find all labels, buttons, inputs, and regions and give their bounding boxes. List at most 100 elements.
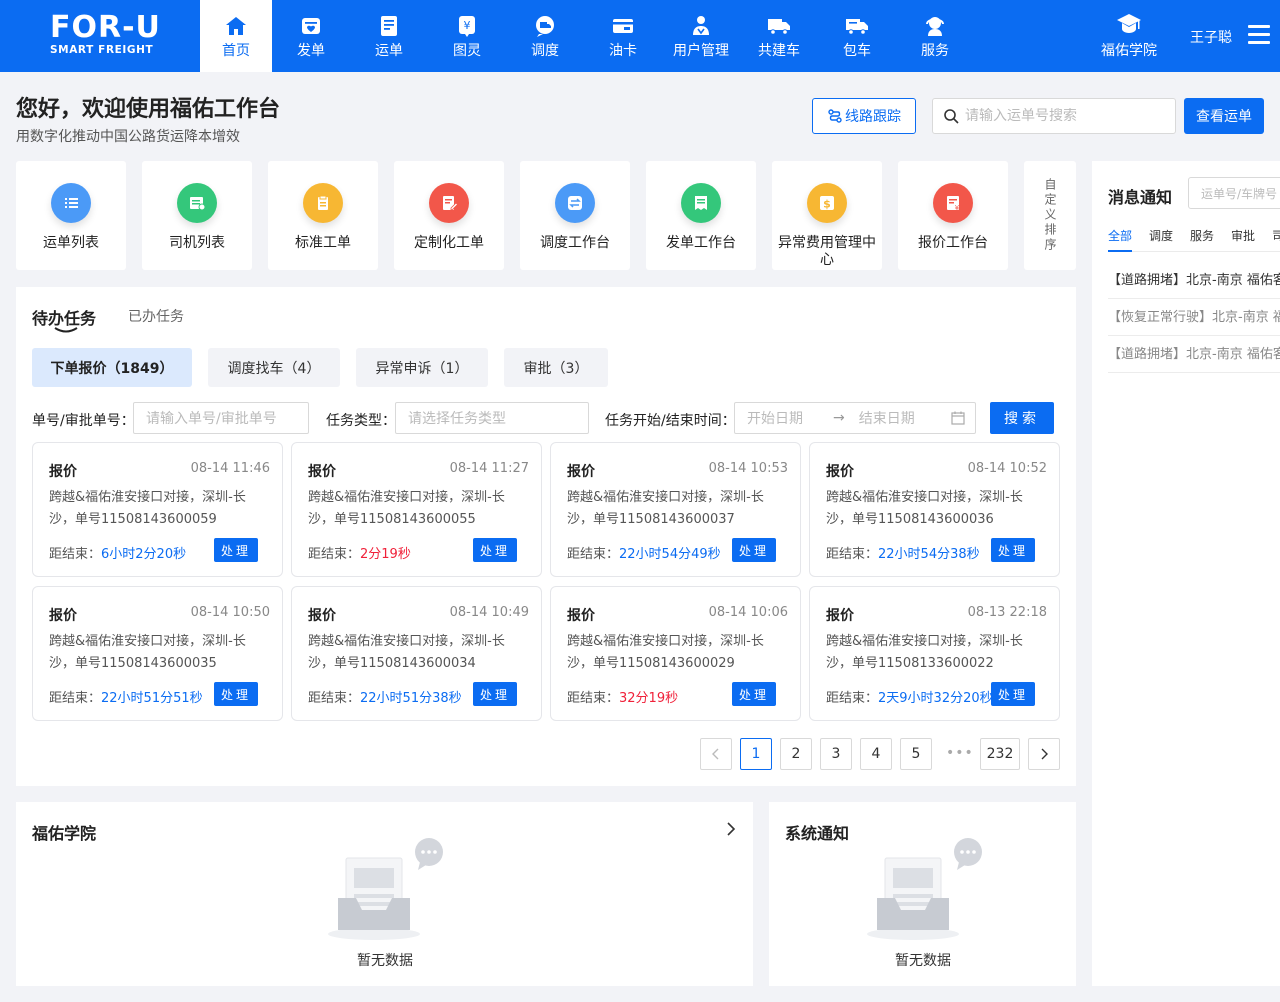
nav-item-label: 首页 bbox=[222, 42, 250, 59]
task-card[interactable]: 报价 08-14 10:53 跨越&福佑淮安接口对接，深圳-长沙，单号1150814… bbox=[550, 442, 801, 577]
notification-active-tab-indicator bbox=[1108, 250, 1132, 252]
svg-text:¥: ¥ bbox=[955, 204, 960, 212]
filter-search-button[interactable]: 搜索 bbox=[990, 402, 1054, 434]
nav-item-label: 发单 bbox=[297, 42, 325, 59]
waybill-search-input[interactable] bbox=[965, 108, 1165, 124]
nav-item-send-order[interactable]: 发单 bbox=[272, 0, 350, 72]
task-card-time: 08-14 10:50 bbox=[190, 605, 270, 620]
route-tracking-button[interactable]: 线路跟踪 bbox=[812, 98, 916, 134]
chevron-right-icon[interactable] bbox=[725, 822, 737, 836]
task-type-placeholder: 请选择任务类型 bbox=[408, 411, 506, 427]
quick-tile-clipboard[interactable]: 标准工单 bbox=[268, 161, 378, 270]
task-card[interactable]: 报价 08-14 11:27 跨越&福佑淮安接口对接，深圳-长沙，单号1150814… bbox=[291, 442, 542, 577]
task-card[interactable]: 报价 08-14 10:49 跨越&福佑淮安接口对接，深圳-长沙，单号1150814… bbox=[291, 586, 542, 721]
nav-item-dispatch[interactable]: 调度 bbox=[506, 0, 584, 72]
notification-tab-all[interactable]: 全部 bbox=[1108, 227, 1132, 244]
process-button[interactable]: 处理 bbox=[732, 538, 776, 562]
task-card-remaining-label: 距结束： bbox=[826, 547, 879, 562]
system-notice-panel: 系统通知 暂无数据 bbox=[769, 802, 1076, 986]
tab-done-tasks[interactable]: 已办任务 bbox=[128, 306, 184, 326]
process-button[interactable]: 处理 bbox=[473, 538, 517, 562]
notification-tab-approval[interactable]: 审批 bbox=[1231, 227, 1255, 244]
nav-item-charter-truck[interactable]: 包车 bbox=[818, 0, 896, 72]
pagination-page[interactable]: 1 bbox=[740, 738, 772, 770]
user-name[interactable]: 王子聪 bbox=[1190, 27, 1232, 47]
notification-tab-driver[interactable]: 司机 bbox=[1272, 227, 1280, 244]
chip-dispatch[interactable]: 调度找车（4） bbox=[208, 348, 340, 387]
pagination-last-page[interactable]: 232 bbox=[980, 738, 1020, 770]
pagination-prev-button[interactable] bbox=[700, 738, 732, 770]
hamburger-menu-icon[interactable] bbox=[1248, 25, 1270, 45]
notification-tab-service[interactable]: 服务 bbox=[1190, 227, 1214, 244]
quick-tile-edit-doc[interactable]: 定制化工单 bbox=[394, 161, 504, 270]
task-card-remaining-label: 距结束： bbox=[308, 691, 361, 706]
quick-tile-driver-list[interactable]: 司机列表 bbox=[142, 161, 252, 270]
quick-tile-label: 运单列表 bbox=[43, 235, 99, 251]
task-type-select[interactable]: 请选择任务类型 bbox=[395, 402, 589, 434]
chip-quote[interactable]: 下单报价（1849） bbox=[32, 348, 192, 387]
pagination-page[interactable]: 5 bbox=[900, 738, 932, 770]
nav-item-label: 油卡 bbox=[609, 42, 637, 59]
notification-search-input[interactable]: 运单号/车牌号 bbox=[1188, 177, 1280, 209]
process-button[interactable]: 处理 bbox=[732, 682, 776, 706]
notification-tab-dispatch[interactable]: 调度 bbox=[1149, 227, 1173, 244]
nav-item-turing[interactable]: ¥ 图灵 bbox=[428, 0, 506, 72]
task-card-remaining-label: 距结束： bbox=[49, 691, 102, 706]
nav-item-fuel-card[interactable]: 油卡 bbox=[584, 0, 662, 72]
clipboard-icon bbox=[303, 183, 343, 223]
process-button[interactable]: 处理 bbox=[991, 538, 1035, 562]
task-card-time: 08-14 10:49 bbox=[449, 605, 529, 620]
task-card-title: 报价 bbox=[49, 464, 77, 480]
tab-pending-tasks[interactable]: 待办任务 bbox=[32, 305, 96, 329]
start-date-placeholder: 开始日期 bbox=[747, 411, 803, 427]
quick-tile-quote[interactable]: ¥ 报价工作台 bbox=[898, 161, 1008, 270]
notification-tabs: 全部 调度 服务 审批 司机 bbox=[1108, 227, 1280, 244]
notification-title: 消息通知 bbox=[1108, 188, 1173, 207]
process-button[interactable]: 处理 bbox=[214, 682, 258, 706]
task-card[interactable]: 报价 08-14 10:50 跨越&福佑淮安接口对接，深圳-长沙，单号1150814… bbox=[32, 586, 283, 721]
nav-item-shared-truck[interactable]: 共建车 bbox=[740, 0, 818, 72]
task-card[interactable]: 报价 08-14 10:06 跨越&福佑淮安接口对接，深圳-长沙，单号1150814… bbox=[550, 586, 801, 721]
task-card-remaining-time: 6小时2分20秒 bbox=[101, 547, 187, 562]
notification-search-placeholder: 运单号/车牌号 bbox=[1201, 186, 1278, 201]
waybill-search[interactable] bbox=[932, 98, 1176, 134]
fee-icon: $ bbox=[807, 183, 847, 223]
view-waybill-button[interactable]: 查看运单 bbox=[1184, 98, 1264, 134]
quick-tile-label: 报价工作台 bbox=[918, 235, 988, 251]
date-range-picker[interactable]: 开始日期 → 结束日期 bbox=[734, 402, 976, 434]
process-button[interactable]: 处理 bbox=[473, 682, 517, 706]
quick-tile-receipt[interactable]: 发单工作台 bbox=[646, 161, 756, 270]
academy-link[interactable]: 福佑学院 bbox=[1094, 0, 1164, 72]
task-card[interactable]: 报价 08-14 11:46 跨越&福佑淮安接口对接，深圳-长沙，单号1150814… bbox=[32, 442, 283, 577]
notification-item[interactable]: 【恢复正常行驶】北京-南京 福佑客服 bbox=[1108, 300, 1280, 336]
pagination-page[interactable]: 3 bbox=[820, 738, 852, 770]
academy-panel-title: 福佑学院 bbox=[32, 824, 97, 843]
chip-appeal[interactable]: 异常申诉（1） bbox=[356, 348, 488, 387]
chip-approval[interactable]: 审批（3） bbox=[504, 348, 608, 387]
process-button[interactable]: 处理 bbox=[991, 682, 1035, 706]
notification-item[interactable]: 【道路拥堵】北京-南京 福佑客服 bbox=[1108, 263, 1280, 299]
chevron-left-icon bbox=[712, 748, 719, 760]
custom-sort-button[interactable]: 自定义排序 bbox=[1024, 161, 1076, 270]
order-number-input[interactable]: 请输入单号/审批单号 bbox=[133, 402, 309, 434]
brand-logo[interactable]: FOR-U SMART FREIGHT bbox=[50, 12, 170, 60]
quick-tile-fee[interactable]: $ 异常费用管理中心 bbox=[772, 161, 882, 270]
notification-item[interactable]: 【道路拥堵】北京-南京 福佑客服 bbox=[1108, 337, 1280, 373]
pagination-ellipsis[interactable]: ••• bbox=[946, 745, 974, 761]
nav-item-label: 服务 bbox=[921, 42, 949, 59]
pagination-next-button[interactable] bbox=[1028, 738, 1060, 770]
nav-item-user-manage[interactable]: 用户管理 bbox=[662, 0, 740, 72]
brand-logo-main: FOR-U bbox=[50, 10, 161, 45]
nav-item-home[interactable]: 首页 bbox=[200, 0, 272, 72]
quick-tile-exchange[interactable]: 调度工作台 bbox=[520, 161, 630, 270]
task-card[interactable]: 报价 08-14 10:52 跨越&福佑淮安接口对接，深圳-长沙，单号1150814… bbox=[809, 442, 1060, 577]
task-card[interactable]: 报价 08-13 22:18 跨越&福佑淮安接口对接，深圳-长沙，单号1150813… bbox=[809, 586, 1060, 721]
nav-item-service[interactable]: 服务 bbox=[896, 0, 974, 72]
nav-item-label: 调度 bbox=[531, 42, 559, 59]
quick-tile-list[interactable]: 运单列表 bbox=[16, 161, 126, 270]
nav-item-waybill[interactable]: 运单 bbox=[350, 0, 428, 72]
pagination-page[interactable]: 4 bbox=[860, 738, 892, 770]
pagination-page[interactable]: 2 bbox=[780, 738, 812, 770]
task-card-remaining-label: 距结束： bbox=[49, 547, 102, 562]
process-button[interactable]: 处理 bbox=[214, 538, 258, 562]
